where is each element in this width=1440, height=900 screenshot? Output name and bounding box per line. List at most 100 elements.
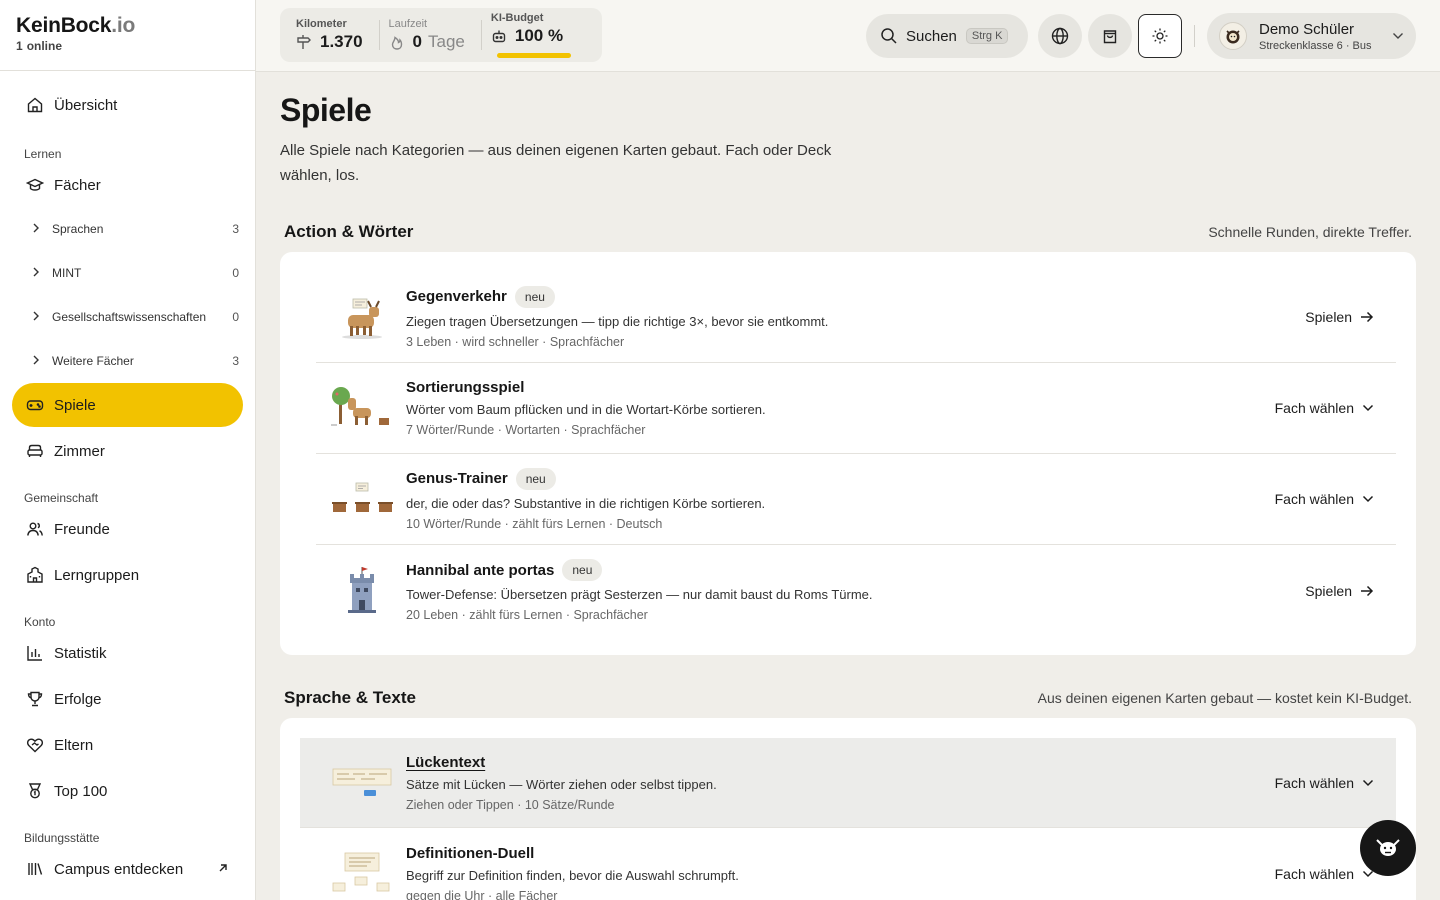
game-meta: gegen die Uhr · alle Fächer [406,888,558,900]
game-row-sortierungsspiel[interactable]: Sortierungsspiel Wörter vom Baum pflücke… [316,363,1396,454]
game-description: der, die oder das? Substantive in die ri… [406,495,766,511]
subject-group-other[interactable]: Weitere Fächer 3 [12,339,243,383]
subject-group-label: Weitere Fächer [52,354,134,368]
subject-group-count: 0 [232,310,239,324]
game-meta: 10 Wörter/Runde · zählt fürs Lernen · De… [406,516,663,531]
sidebar-item-friends[interactable]: Freunde [12,507,243,551]
game-title: Genus-Trainer [406,470,508,487]
subject-group-mint[interactable]: MINT 0 [12,251,243,295]
sidebar-item-label: Eltern [54,736,94,754]
choose-subject-button[interactable]: Fach wählen [1275,400,1374,416]
new-badge: neu [515,467,556,490]
subject-group-social[interactable]: Gesellschaftswissenschaften 0 [12,295,243,339]
choose-subject-button[interactable]: Fach wählen [1275,775,1374,791]
sidebar-item-label: Statistik [54,644,107,662]
stat-unit: Tage [428,32,465,51]
chevron-down-icon [1392,27,1404,45]
sidebar-item-subjects[interactable]: Fächer [12,163,243,207]
game-meta: 3 Leben · wird schneller · Sprachfächer [406,334,625,349]
graduation-cap-icon [26,176,44,194]
game-meta: 20 Leben · zählt fürs Lernen · Sprachfäc… [406,608,648,622]
cloze-text-icon [322,753,402,813]
gamepad-icon [26,396,44,414]
sidebar-item-label: Freunde [54,520,110,538]
baskets-icon [322,469,402,529]
game-row-definitionen-duell[interactable]: Definitionen-Duell Begriff zur Definitio… [316,828,1396,900]
game-description: Begriff zur Definition finden, bevor die… [406,867,739,883]
sidebar-item-parents[interactable]: Eltern [12,723,243,767]
stat-value: 0 [412,32,423,51]
subject-group-label: Gesellschaftswissenschaften [52,310,207,324]
game-description: Ziegen tragen Übersetzungen — tipp die r… [406,313,829,329]
tree-goat-icon [322,378,402,438]
language-button[interactable] [1038,14,1082,58]
sidebar-item-overview[interactable]: Übersicht [12,83,243,127]
game-title: Hannibal ante portas [406,561,555,579]
main-content: Spiele Alle Spiele nach Kategorien — aus… [256,72,1440,900]
sidebar-item-top100[interactable]: Top 100 [12,769,243,813]
page-description: Alle Spiele nach Kategorien — aus deinen… [280,142,832,184]
game-row-lueckentext[interactable]: Lückentext Sätze mit Lücken — Wörter zie… [300,738,1396,828]
shopping-bag-icon [1101,27,1119,45]
sidebar-item-games[interactable]: Spiele [12,383,243,427]
action-label: Fach wählen [1274,774,1354,791]
goat-avatar-icon [1226,30,1240,44]
profile-name: Demo Schüler [1259,20,1355,38]
search-button[interactable]: Suchen Strg K [866,14,1028,58]
brand-logo[interactable]: KeinBock.io [16,14,239,38]
stat-label: KI-Budget [490,12,544,24]
sidebar-item-label: Lerngruppen [54,566,140,584]
section-label-campus: Bildungsstätte [24,831,100,845]
profile-menu[interactable]: Demo Schüler Streckenklasse 6 · Bus [1207,13,1416,59]
section-title: Sprache & Texte [284,688,416,707]
subject-group-label: Sprachen [52,222,104,236]
action-label: Fach wählen [1274,400,1354,416]
game-row-gegenverkehr[interactable]: Gegenverkehr neu Ziegen tragen Übersetzu… [316,272,1396,363]
sidebar-item-stats[interactable]: Statistik [12,631,243,675]
game-title: Sortierungsspiel [406,379,525,396]
game-row-genus-trainer[interactable]: Genus-Trainer neu der, die oder das? Sub… [316,454,1396,545]
game-title: Lückentext [406,753,486,771]
theme-toggle-button[interactable] [1138,14,1182,58]
goat-mascot-icon [1374,836,1402,860]
section-header-language: Sprache & Texte Aus deinen eigenen Karte… [284,688,1412,708]
sidebar-item-label: Zimmer [54,442,105,460]
game-title: Gegenverkehr [406,288,507,305]
school-icon [26,566,44,584]
subject-group-count: 3 [232,222,239,236]
sidebar-item-groups[interactable]: Lerngruppen [12,553,243,597]
subject-group-languages[interactable]: Sprachen 3 [12,207,243,251]
assistant-button[interactable] [1360,820,1416,876]
play-button[interactable]: Spielen [1305,583,1374,599]
sidebar-item-label: Spiele [54,396,96,414]
action-label: Fach wählen [1274,491,1354,507]
sidebar-item-discover[interactable]: Campus entdecken [12,847,243,891]
sidebar-item-room[interactable]: Zimmer [12,429,243,473]
sidebar-item-achievements[interactable]: Erfolge [12,677,243,721]
external-link-icon [217,862,229,877]
users-icon [26,520,44,538]
stat-label: Kilometer [296,18,347,30]
home-icon [26,96,44,114]
budget-progress-bar [496,53,571,58]
sidebar-item-label: Campus entdecken [54,860,184,878]
stat-label: Laufzeit [388,18,428,30]
choose-subject-button[interactable]: Fach wählen [1275,866,1374,882]
sun-icon [1151,27,1169,45]
action-label: Fach wählen [1274,865,1354,882]
sidebar: KeinBock.io 1 online Übersicht Lernen Fäc… [0,0,256,900]
section-label-learn: Lernen [24,147,62,161]
subject-group-count: 3 [232,354,239,368]
action-label: Spielen [1305,582,1352,599]
section-label-community: Gemeinschaft [24,491,99,505]
goat-icon [322,287,402,347]
brand: KeinBock.io 1 online [0,0,255,71]
subject-group-label: MINT [52,266,82,280]
play-button[interactable]: Spielen [1305,309,1374,325]
search-shortcut: Strg K [965,28,1009,44]
shop-button[interactable] [1088,14,1132,58]
choose-subject-button[interactable]: Fach wählen [1275,491,1374,507]
profile-subtitle: Streckenklasse 6 · Bus [1259,39,1372,52]
game-row-hannibal[interactable]: Hannibal ante portas neu Tower-Defense: … [316,545,1396,636]
chevron-right-icon [32,222,42,236]
